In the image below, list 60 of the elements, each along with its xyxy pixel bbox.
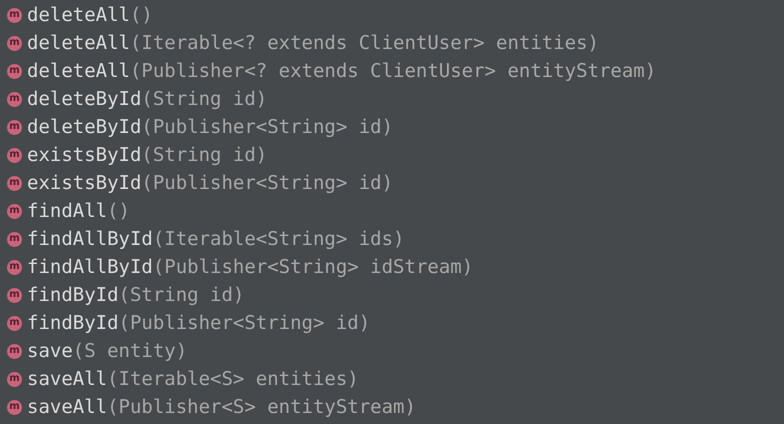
- method-params: (Iterable<String> ids): [152, 228, 405, 250]
- method-params: (Iterable<? extends ClientUser> entities): [130, 32, 599, 54]
- method-name: existsById: [27, 144, 142, 166]
- method-icon: m: [7, 400, 22, 414]
- method-params: (Publisher<String> id): [141, 116, 394, 138]
- completion-item[interactable]: m findById(Publisher<String> id): [0, 309, 784, 337]
- method-params: (String id): [141, 88, 268, 110]
- method-icon: m: [7, 148, 22, 162]
- method-icon: m: [7, 92, 22, 106]
- completion-item[interactable]: m save(S entity): [0, 337, 784, 365]
- completion-item[interactable]: m existsById(Publisher<String> id): [0, 169, 784, 197]
- completion-item[interactable]: m findAllById(Iterable<String> ids): [0, 225, 784, 253]
- method-name: deleteAll: [27, 32, 130, 54]
- method-name: findAll: [27, 200, 108, 222]
- method-params: (): [130, 4, 153, 26]
- method-params: (String id): [118, 284, 244, 306]
- method-icon: m: [7, 260, 22, 274]
- method-name: findAllById: [27, 228, 153, 250]
- completion-item[interactable]: m deleteById(String id): [0, 85, 784, 113]
- method-name: save: [27, 340, 73, 362]
- method-name: deleteAll: [27, 60, 130, 82]
- method-icon: m: [7, 204, 22, 218]
- method-name: findById: [27, 284, 119, 306]
- method-name: existsById: [27, 172, 142, 194]
- method-name: findAllById: [27, 256, 153, 278]
- method-name: saveAll: [27, 396, 108, 418]
- method-icon: m: [7, 344, 22, 358]
- method-name: deleteAll: [27, 4, 130, 26]
- method-icon: m: [7, 372, 22, 386]
- method-icon: m: [7, 176, 22, 190]
- method-icon: m: [7, 8, 22, 22]
- completion-item[interactable]: m saveAll(Iterable<S> entities): [0, 365, 784, 393]
- method-name: saveAll: [27, 368, 108, 390]
- method-icon: m: [7, 36, 22, 50]
- completion-item[interactable]: m findAll(): [0, 197, 784, 225]
- method-params: (String id): [141, 144, 268, 166]
- method-params: (Publisher<String> id): [141, 172, 394, 194]
- completion-item[interactable]: m deleteById(Publisher<String> id): [0, 113, 784, 141]
- method-icon: m: [7, 232, 22, 246]
- method-params: (Iterable<S> entities): [107, 368, 359, 390]
- method-params: (S entity): [72, 340, 188, 362]
- method-params: (Publisher<S> entityStream): [107, 396, 416, 418]
- method-params: (Publisher<String> idStream): [152, 256, 474, 278]
- completion-item[interactable]: m findById(String id): [0, 281, 784, 309]
- completion-item[interactable]: m deleteAll(): [0, 1, 784, 29]
- method-icon: m: [7, 64, 22, 78]
- method-params: (Publisher<? extends ClientUser> entityStream): [130, 60, 656, 82]
- completion-item[interactable]: m findAllById(Publisher<String> idStream): [0, 253, 784, 281]
- completion-item[interactable]: m existsById(String id): [0, 141, 784, 169]
- method-icon: m: [7, 316, 22, 330]
- completion-item[interactable]: m deleteAll(Iterable<? extends ClientUser> entities): [0, 29, 784, 57]
- completion-item[interactable]: m deleteAll(Publisher<? extends ClientUser> entityStream): [0, 57, 784, 85]
- method-name: deleteById: [27, 116, 142, 138]
- completion-item[interactable]: m saveAll(Publisher<S> entityStream): [0, 393, 784, 421]
- method-params: (): [107, 200, 130, 222]
- method-params: (Publisher<String> id): [118, 312, 370, 334]
- method-name: findById: [27, 312, 119, 334]
- method-icon: m: [7, 120, 22, 134]
- method-name: deleteById: [27, 88, 142, 110]
- method-icon: m: [7, 288, 22, 302]
